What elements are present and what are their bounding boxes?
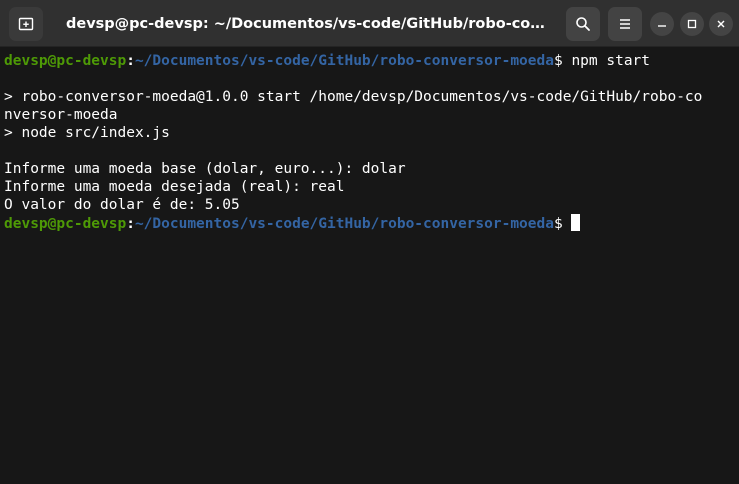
close-button[interactable] xyxy=(709,12,733,36)
new-tab-icon xyxy=(18,17,34,31)
output-line: > node src/index.js xyxy=(4,125,170,141)
window-title: devsp@pc-devsp: ~/Documentos/vs-code/Git… xyxy=(66,16,554,32)
prompt-symbol: $ xyxy=(553,53,572,69)
hamburger-menu-icon xyxy=(620,19,630,29)
prompt-user-host: devsp@pc-devsp xyxy=(4,216,127,232)
titlebar: devsp@pc-devsp: ~/Documentos/vs-code/Git… xyxy=(0,0,739,47)
search-button[interactable] xyxy=(566,7,600,41)
prompt-path: ~/Documentos/vs-code/GitHub/robo-convers… xyxy=(134,216,554,232)
menu-button[interactable] xyxy=(608,7,642,41)
output-line: > robo-conversor-moeda@1.0.0 start /home… xyxy=(4,89,703,105)
minimize-icon xyxy=(658,25,666,27)
command-text: npm start xyxy=(571,53,651,69)
prompt-symbol: $ xyxy=(553,216,572,232)
prompt-separator: : xyxy=(126,216,135,232)
output-line: O valor do dolar é de: 5.05 xyxy=(4,197,240,213)
output-line-blank xyxy=(4,70,735,88)
output-line: Informe uma moeda base (dolar, euro...):… xyxy=(4,161,406,177)
prompt-line: devsp@pc-devsp:~/Documentos/vs-code/GitH… xyxy=(4,52,735,70)
prompt-separator: : xyxy=(126,53,135,69)
close-icon xyxy=(717,20,725,28)
prompt-user-host: devsp@pc-devsp xyxy=(4,53,127,69)
output-line: nversor-moeda xyxy=(4,107,118,123)
maximize-icon xyxy=(687,19,697,29)
text-cursor xyxy=(571,214,581,231)
new-tab-button[interactable] xyxy=(9,7,43,41)
search-icon xyxy=(576,17,590,31)
output-line-blank xyxy=(4,142,735,160)
terminal-output[interactable]: devsp@pc-devsp:~/Documentos/vs-code/GitH… xyxy=(4,52,735,232)
maximize-button[interactable] xyxy=(680,12,704,36)
prompt-path: ~/Documentos/vs-code/GitHub/robo-convers… xyxy=(134,53,554,69)
output-line: Informe uma moeda desejada (real): real xyxy=(4,179,345,195)
prompt-line: devsp@pc-devsp:~/Documentos/vs-code/GitH… xyxy=(4,214,735,232)
minimize-button[interactable] xyxy=(650,12,674,36)
terminal-window: devsp@pc-devsp: ~/Documentos/vs-code/Git… xyxy=(0,0,739,484)
